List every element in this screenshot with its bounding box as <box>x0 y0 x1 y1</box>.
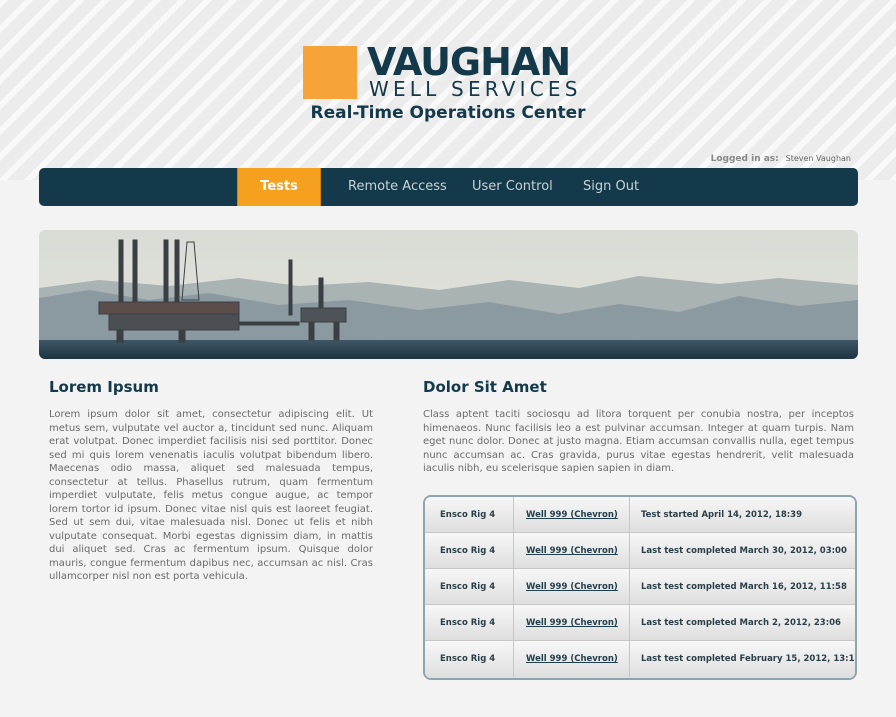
status-cell: Last test completed March 16, 2012, 11:5… <box>641 582 847 592</box>
table-row: Ensco Rig 4 Well 999 (Chevron) Last test… <box>425 533 855 569</box>
oil-rig-banner <box>39 230 858 359</box>
left-section-body: Lorem ipsum dolor sit amet, consectetur … <box>49 409 373 582</box>
right-section-body: Class aptent taciti sociosqu ad litora t… <box>423 409 854 474</box>
status-cell: Last test completed March 30, 2012, 03:0… <box>641 546 847 556</box>
table-row: Ensco Rig 4 Well 999 (Chevron) Test star… <box>425 497 855 533</box>
well-cell: Well 999 (Chevron) <box>514 569 630 605</box>
table-row: Ensco Rig 4 Well 999 (Chevron) Last test… <box>425 605 855 641</box>
well-link[interactable]: Well 999 (Chevron) <box>526 510 618 520</box>
logged-in-indicator: Logged in as: Steven Vaughan <box>711 154 851 164</box>
logo-orange-square <box>303 46 357 99</box>
left-section-title: Lorem Ipsum <box>49 378 159 396</box>
status-cell: Test started April 14, 2012, 18:39 <box>641 510 802 520</box>
table-row: Ensco Rig 4 Well 999 (Chevron) Last test… <box>425 569 855 605</box>
status-cell: Last test completed March 2, 2012, 23:06 <box>641 618 841 628</box>
rig-cell: Ensco Rig 4 <box>425 605 514 641</box>
main-nav: Tests Remote Access User Control Sign Ou… <box>39 168 858 206</box>
well-cell: Well 999 (Chevron) <box>514 497 630 533</box>
rig-cell: Ensco Rig 4 <box>425 497 514 533</box>
rig-cell: Ensco Rig 4 <box>425 569 514 605</box>
tests-table: Ensco Rig 4 Well 999 (Chevron) Test star… <box>423 495 857 680</box>
oil-rig-banner-image <box>39 230 858 359</box>
nav-user-control[interactable]: User Control <box>472 168 553 206</box>
well-link[interactable]: Well 999 (Chevron) <box>526 546 618 556</box>
right-section-title: Dolor Sit Amet <box>423 378 547 396</box>
rig-cell: Ensco Rig 4 <box>425 533 514 569</box>
status-cell: Last test completed February 15, 2012, 1… <box>641 654 857 664</box>
well-cell: Well 999 (Chevron) <box>514 641 630 677</box>
logged-in-label: Logged in as: <box>710 154 779 164</box>
well-cell: Well 999 (Chevron) <box>514 533 630 569</box>
well-link[interactable]: Well 999 (Chevron) <box>526 654 618 664</box>
well-link[interactable]: Well 999 (Chevron) <box>526 618 618 628</box>
well-cell: Well 999 (Chevron) <box>514 605 630 641</box>
logged-in-user: Steven Vaughan <box>785 154 851 163</box>
nav-remote-access[interactable]: Remote Access <box>348 168 447 206</box>
site-title: Real-Time Operations Center <box>310 103 586 123</box>
nav-tests[interactable]: Tests <box>237 168 321 206</box>
vaughan-logo[interactable]: VAUGHAN WELL SERVICES <box>303 40 603 106</box>
well-link[interactable]: Well 999 (Chevron) <box>526 582 618 592</box>
logo-subtitle: WELL SERVICES <box>369 77 582 101</box>
table-row: Ensco Rig 4 Well 999 (Chevron) Last test… <box>425 641 855 678</box>
rig-cell: Ensco Rig 4 <box>425 641 514 677</box>
nav-sign-out[interactable]: Sign Out <box>583 168 639 206</box>
